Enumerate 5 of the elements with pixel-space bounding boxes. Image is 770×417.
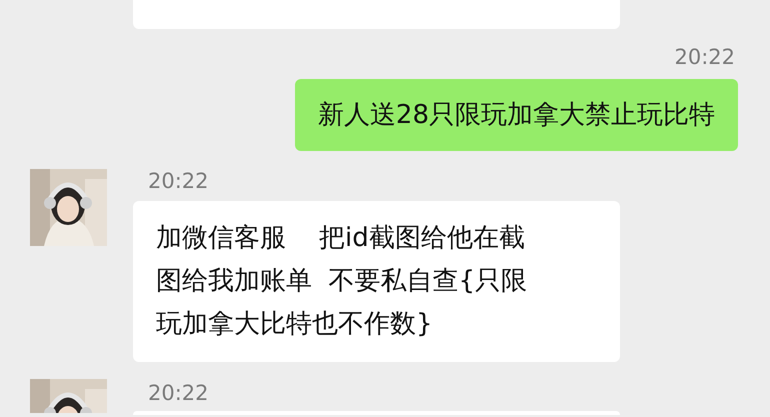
message-bubble: 新人送28只限玩加拿大禁止玩比特 <box>294 79 738 151</box>
timestamp: 20:22 <box>148 381 210 405</box>
timestamp: 20:22 <box>674 45 735 69</box>
timestamp: 20:22 <box>148 169 210 193</box>
message-bubble: 加微信客服 把id截图给他在截图给我加账单 不要私自查{只限玩加拿大比特也不作数} <box>133 201 620 362</box>
